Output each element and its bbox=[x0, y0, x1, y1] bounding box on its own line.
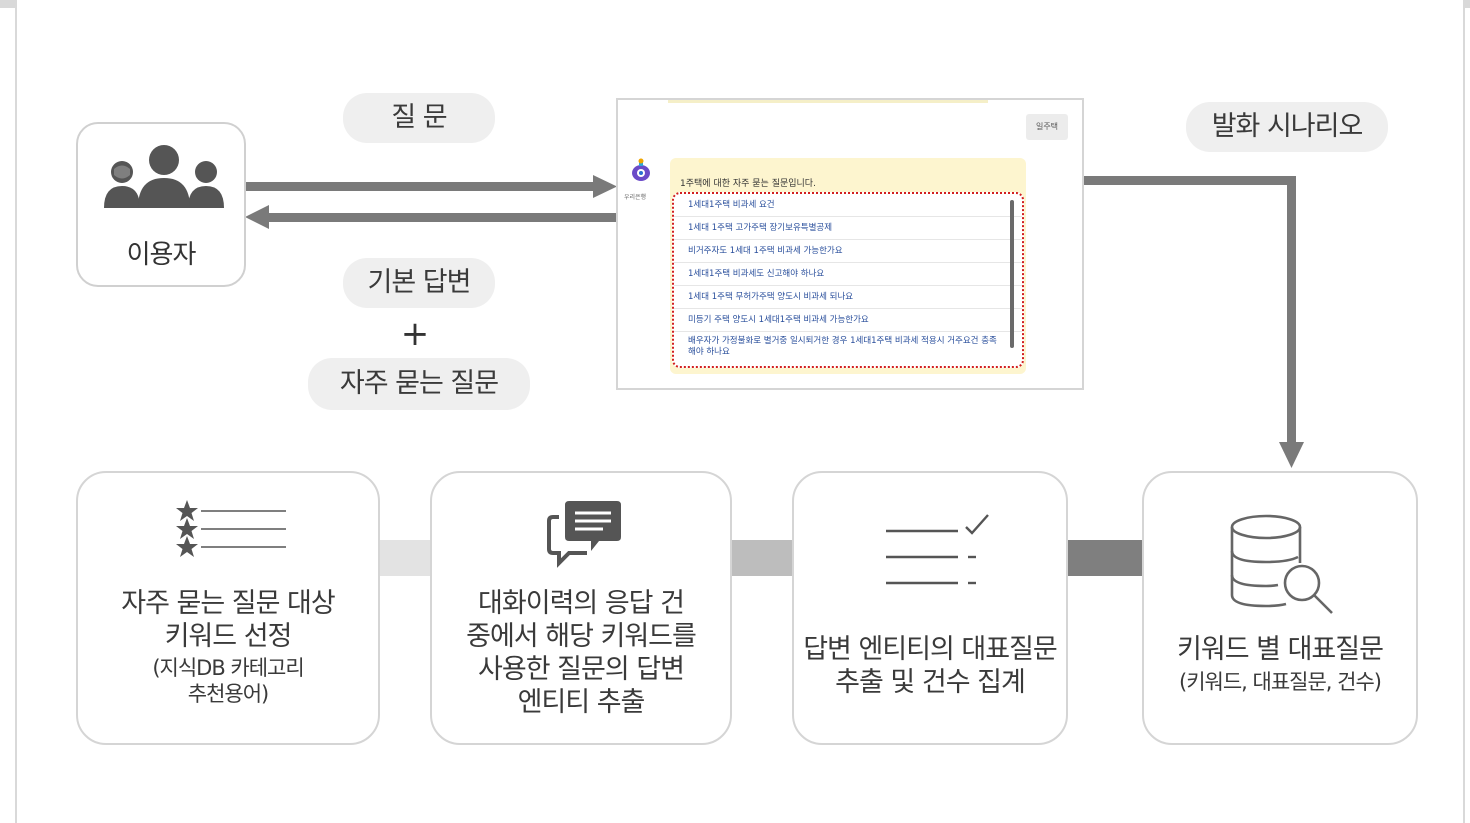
connector-2 bbox=[731, 540, 793, 576]
users-icon bbox=[104, 145, 224, 208]
bot-avatar-icon bbox=[632, 158, 650, 181]
checklist-icon bbox=[886, 514, 989, 585]
database-search-icon bbox=[1230, 514, 1333, 614]
step2-title-4: 엔티티 추출 bbox=[517, 687, 646, 718]
connector-1 bbox=[378, 540, 432, 576]
step1-sub-1: (지식DB 카테고리 bbox=[152, 656, 304, 680]
chat-intro: 1주택에 대한 자주 묻는 질문입니다. bbox=[680, 179, 816, 189]
step-box-3: 답변 엔티티의 대표질문 추출 및 건수 집계 bbox=[792, 471, 1068, 745]
question-pill: 질 문 bbox=[343, 93, 495, 143]
faq-item[interactable]: 비거주자도 1세대 1주택 비과세 가능한가요 bbox=[674, 240, 1022, 263]
step3-title-2: 추출 및 건수 집계 bbox=[835, 667, 1026, 698]
step4-sub-1: (키워드, 대표질문, 건수) bbox=[1179, 670, 1382, 694]
connector-3 bbox=[1066, 540, 1144, 576]
arrow-question bbox=[245, 175, 617, 198]
arrow-scenario bbox=[1082, 176, 1304, 468]
chat-bubbles-icon bbox=[547, 501, 621, 568]
step-box-2: 대화이력의 응답 건 중에서 해당 키워드를 사용한 질문의 답변 엔티티 추출 bbox=[430, 471, 732, 745]
faq-item[interactable]: 1세대1주택 비과세 요건 bbox=[674, 194, 1022, 217]
faq-item[interactable]: 배우자가 가정불화로 별거중 일시퇴거한 경우 1세대1주택 비과세 적용시 거… bbox=[674, 332, 1022, 366]
chat-topbar bbox=[668, 100, 988, 103]
step-box-1: 자주 묻는 질문 대상 키워드 선정 (지식DB 카테고리 추천용어) bbox=[76, 471, 380, 745]
faq-item[interactable]: 미등기 주택 양도시 1세대1주택 비과세 가능한가요 bbox=[674, 309, 1022, 332]
step-box-4: 키워드 별 대표질문 (키워드, 대표질문, 건수) bbox=[1142, 471, 1418, 745]
user-label: 이용자 bbox=[126, 240, 197, 270]
user-box: 이용자 bbox=[76, 122, 246, 287]
step2-title-3: 사용한 질문의 답변 bbox=[478, 654, 685, 685]
step1-title-2: 키워드 선정 bbox=[164, 621, 293, 652]
step2-title-1: 대화이력의 응답 건 bbox=[478, 588, 685, 619]
plus-sign: + bbox=[400, 314, 430, 354]
faq-item[interactable]: 1세대1주택 비과세도 신고해야 하나요 bbox=[674, 263, 1022, 286]
bot-name: 우리은행 bbox=[624, 194, 647, 201]
faq-item[interactable]: 1세대 1주택 고가주택 장기보유특별공제 bbox=[674, 217, 1022, 240]
step4-title-1: 키워드 별 대표질문 bbox=[1177, 634, 1384, 665]
star-list-icon bbox=[176, 500, 286, 557]
step1-sub-2: 추천용어) bbox=[187, 682, 269, 706]
scenario-pill: 발화 시나리오 bbox=[1186, 102, 1388, 152]
chat-button[interactable]: 일주택 bbox=[1026, 114, 1068, 140]
faq-scrollbar[interactable] bbox=[1010, 200, 1014, 348]
faq-list: 1세대1주택 비과세 요건 1세대 1주택 고가주택 장기보유특별공제 비거주자… bbox=[672, 192, 1024, 368]
step1-title-1: 자주 묻는 질문 대상 bbox=[121, 588, 335, 619]
faq-pill: 자주 묻는 질문 bbox=[308, 358, 530, 410]
chat-window: 일주택 우리은행 1주택에 대한 자주 묻는 질문입니다. 1세대1주택 비과세… bbox=[616, 98, 1084, 390]
arrow-answer bbox=[245, 205, 617, 229]
step3-title-1: 답변 엔티티의 대표질문 bbox=[803, 634, 1058, 665]
step2-title-2: 중에서 해당 키워드를 bbox=[466, 621, 697, 652]
faq-item[interactable]: 1세대 1주택 무허가주택 양도시 비과세 되나요 bbox=[674, 286, 1022, 309]
basic-answer-pill: 기본 답변 bbox=[343, 258, 495, 308]
